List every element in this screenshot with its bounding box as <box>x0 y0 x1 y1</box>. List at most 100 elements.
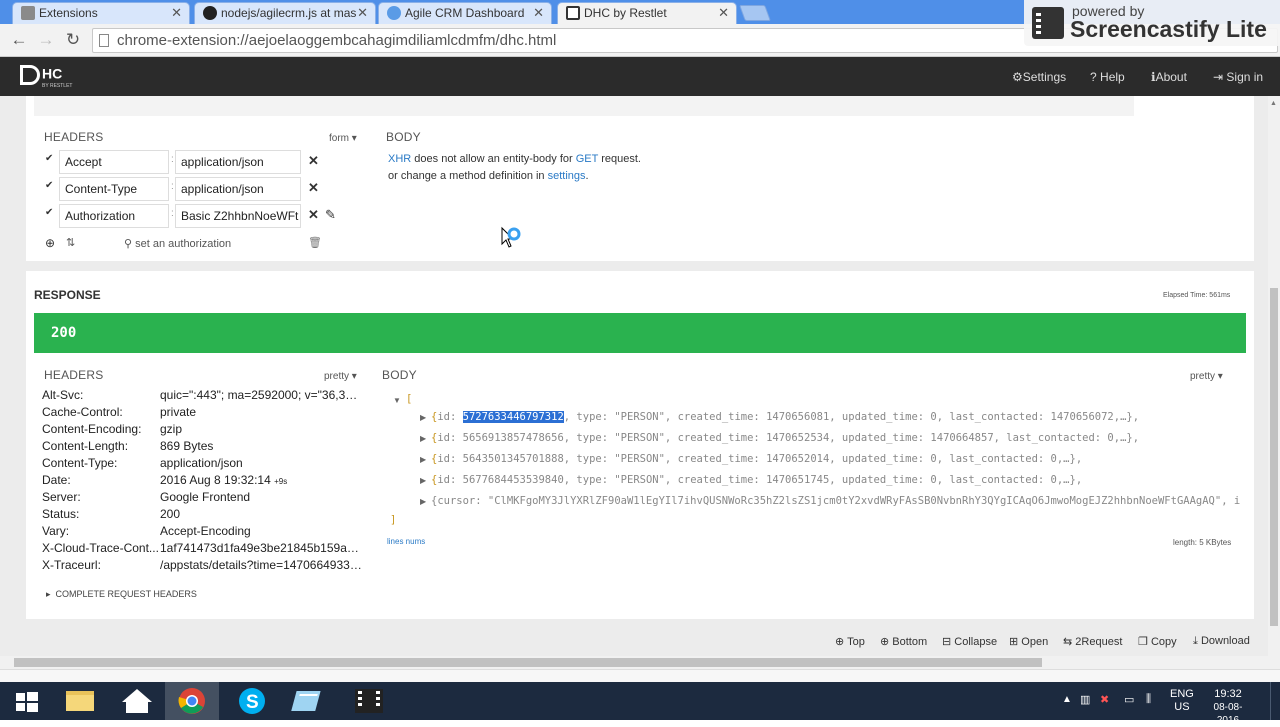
header-value-input[interactable]: application/json <box>175 177 301 201</box>
add-header-icon[interactable]: ⊕ <box>45 236 55 250</box>
set-authorization-link[interactable]: ⚲ set an authorization <box>124 237 231 250</box>
lang-code: ENG <box>1170 688 1194 700</box>
notepad-button[interactable] <box>284 682 338 720</box>
chrome-taskbar-button[interactable] <box>165 682 219 720</box>
file-explorer-button[interactable] <box>54 682 108 720</box>
battery-icon[interactable]: ▭ <box>1124 693 1134 706</box>
expand-caret-icon[interactable]: ▶ <box>420 497 426 506</box>
close-icon[interactable]: ✕ <box>357 3 368 23</box>
close-icon[interactable]: ✕ <box>171 3 182 23</box>
home-button[interactable] <box>110 682 164 720</box>
trash-icon[interactable]: 🗑 <box>308 236 322 249</box>
complete-request-headers-toggle[interactable]: ▸ COMPLETE REQUEST HEADERS <box>46 589 197 600</box>
tab-extensions[interactable]: Extensions ✕ <box>12 2 190 24</box>
body-message-line-2: or change a method definition in setting… <box>388 168 641 185</box>
horizontal-scrollbar[interactable] <box>0 656 1280 669</box>
expand-caret-icon[interactable]: ▶ <box>420 455 426 464</box>
sort-icon[interactable]: ⇅ <box>66 236 75 249</box>
collapse-button[interactable]: ⊟ Collapse <box>942 635 997 648</box>
header-value: Google Frontend <box>160 490 251 504</box>
vertical-scrollbar[interactable]: ▲ <box>1268 96 1280 656</box>
network-icon[interactable]: ▥ <box>1080 693 1090 706</box>
to-request-button[interactable]: ⇆ 2Request <box>1063 635 1122 648</box>
form-toggle[interactable]: form ▾ <box>329 133 357 144</box>
lines-nums-toggle[interactable]: lines nums <box>387 537 425 546</box>
scrollbar-thumb[interactable] <box>1270 288 1278 626</box>
json-row[interactable]: {id: 5656913857478656, type: "PERSON", c… <box>431 432 1139 444</box>
checkbox[interactable]: ✔ <box>45 180 55 191</box>
form-label: form <box>329 133 349 144</box>
question-icon: ? <box>1090 70 1097 84</box>
copy-button[interactable]: ❐ Copy <box>1138 635 1177 648</box>
close-icon[interactable]: ✕ <box>718 3 729 23</box>
clock[interactable]: 19:32 08-08-2016 <box>1206 688 1250 727</box>
scroll-up-icon[interactable]: ▲ <box>1270 100 1277 107</box>
json-row[interactable]: {id: 5727633446797312, type: "PERSON", c… <box>431 411 1139 423</box>
settings-link[interactable]: settings <box>548 170 586 182</box>
about-link[interactable]: ℹAbout <box>1151 70 1187 84</box>
remove-header-icon[interactable]: ✕ <box>308 180 319 196</box>
tab-agile-crm[interactable]: Agile CRM Dashboard ✕ <box>378 2 552 24</box>
checkbox[interactable]: ✔ <box>45 207 55 218</box>
json-row[interactable]: {id: 5643501345701888, type: "PERSON", c… <box>431 453 1082 465</box>
pencil-icon[interactable]: ✎ <box>325 207 336 223</box>
dhc-logo[interactable]: HC BY RESTLET <box>20 65 72 89</box>
xhr-link[interactable]: XHR <box>388 153 411 165</box>
screencastify-taskbar-button[interactable] <box>343 682 397 720</box>
language-indicator[interactable]: ENG US <box>1170 688 1194 714</box>
signin-link[interactable]: ⇥ Sign in <box>1213 70 1263 84</box>
request-headers-label: HEADERS <box>44 130 104 144</box>
header-name-input[interactable]: Content-Type <box>59 177 169 201</box>
request-icon: ⇆ <box>1063 636 1073 648</box>
expand-caret-icon[interactable]: ▶ <box>420 476 426 485</box>
json-row[interactable]: {id: 5677684453539840, type: "PERSON", c… <box>431 474 1082 486</box>
msg-text: request. <box>598 153 641 165</box>
close-icon[interactable]: ✕ <box>533 3 544 23</box>
header-name: X-Cloud-Trace-Cont... <box>42 541 159 555</box>
reload-icon[interactable]: ↻ <box>63 30 83 50</box>
skype-button[interactable]: S <box>225 682 279 720</box>
bottom-button[interactable]: ⊕ Bottom <box>880 635 927 648</box>
header-name: Content-Encoding: <box>42 422 142 436</box>
logo-text: HC <box>42 65 63 82</box>
checkbox[interactable]: ✔ <box>45 153 55 164</box>
show-desktop-button[interactable] <box>1270 682 1280 720</box>
back-arrow-icon[interactable]: ← <box>9 30 29 50</box>
expand-caret-icon[interactable]: ▶ <box>420 434 426 443</box>
json-cursor-row[interactable]: {cursor: "ClMKFgoMY3JlYXRlZF90aW1lEgYIl7… <box>431 495 1249 507</box>
header-value-input[interactable]: application/json <box>175 150 301 174</box>
tab-dhc[interactable]: DHC by Restlet ✕ <box>557 2 737 24</box>
remove-header-icon[interactable]: ✕ <box>308 153 319 169</box>
forward-arrow-icon[interactable]: → <box>36 30 56 50</box>
windows-taskbar: S ▲ ▥ ✖ ▭ ⫼ ENG US 19:32 08-08-2016 <box>0 682 1280 726</box>
header-value-input[interactable]: Basic Z2hhbnNoeWFt <box>175 204 301 228</box>
body-message: XHR does not allow an entity-body for GE… <box>388 151 641 185</box>
expand-caret-icon[interactable]: ▶ <box>420 413 426 422</box>
download-button[interactable]: ⤓ Download <box>1193 635 1250 648</box>
header-name-input[interactable]: Authorization <box>59 204 169 228</box>
help-link[interactable]: ? Help <box>1090 70 1125 84</box>
tab-title: nodejs/agilecrm.js at mas <box>221 6 357 20</box>
tab-github[interactable]: nodejs/agilecrm.js at mas ✕ <box>194 2 376 24</box>
request-top-band <box>34 96 1134 116</box>
settings-link[interactable]: ⚙Settings <box>1012 70 1066 84</box>
open-button[interactable]: ⊞ Open <box>1009 635 1048 648</box>
tray-expand-icon[interactable]: ▲ <box>1062 694 1072 705</box>
collapse-caret-icon[interactable]: ▼ <box>393 396 401 405</box>
top-button[interactable]: ⊕ Top <box>835 635 865 648</box>
new-tab-button[interactable] <box>739 5 771 21</box>
pretty-label: pretty <box>1190 371 1216 382</box>
remove-header-icon[interactable]: ✕ <box>308 207 319 223</box>
bottom-label: Bottom <box>892 636 928 648</box>
folder-icon <box>66 691 94 711</box>
status-code-bar: 200 <box>34 313 1246 353</box>
start-button[interactable] <box>0 682 54 720</box>
pretty-toggle[interactable]: pretty ▾ <box>324 371 357 382</box>
collapse-label: Collapse <box>954 636 998 648</box>
wifi-icon[interactable]: ⫼ <box>1146 693 1151 706</box>
get-link[interactable]: GET <box>576 153 598 165</box>
header-name-input[interactable]: Accept <box>59 150 169 174</box>
scrollbar-thumb[interactable] <box>14 658 1042 667</box>
body-pretty-toggle[interactable]: pretty ▾ <box>1190 371 1223 382</box>
warning-icon[interactable]: ✖ <box>1100 693 1109 706</box>
